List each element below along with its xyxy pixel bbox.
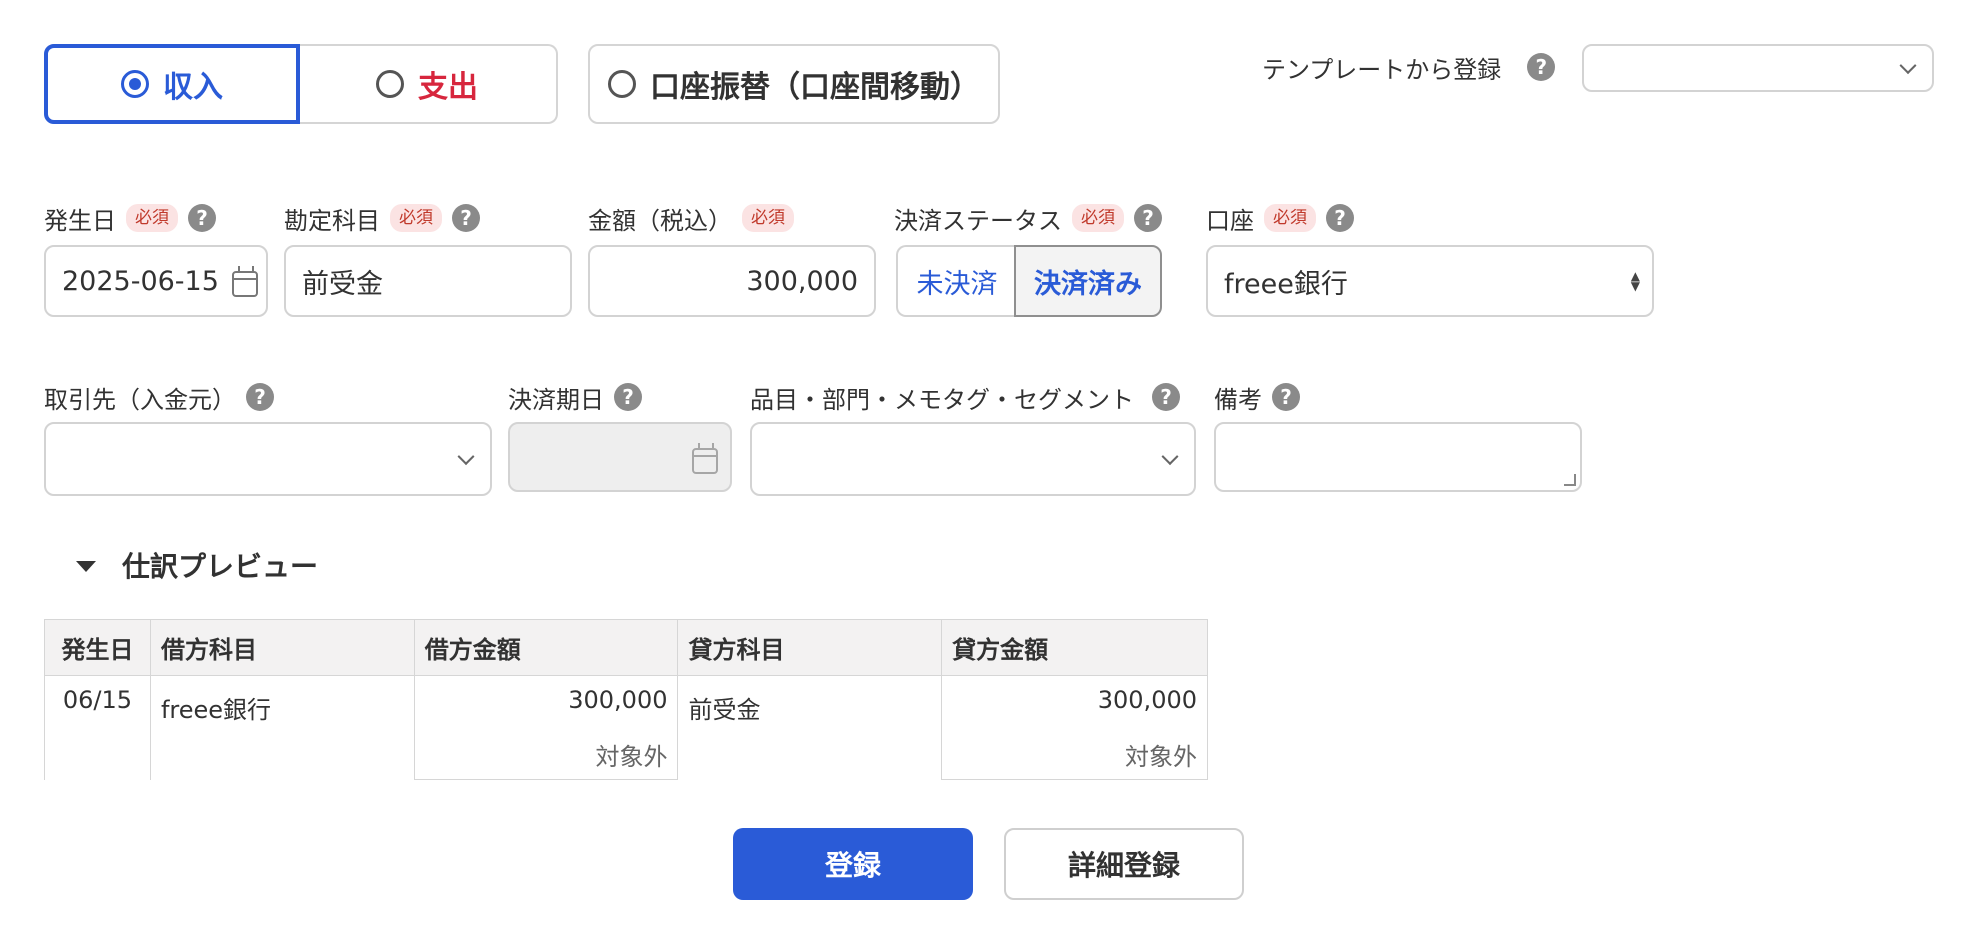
- date-input[interactable]: 2025-06-15: [44, 245, 268, 317]
- help-icon[interactable]: ?: [188, 204, 216, 232]
- status-unpaid-button[interactable]: 未決済: [896, 245, 1016, 317]
- status-paid-button[interactable]: 決済済み: [1014, 245, 1162, 317]
- journal-preview-table: 発生日 借方科目 借方金額 貸方科目 貸方金額 06/15 freee銀行 30…: [44, 619, 1208, 780]
- collapse-triangle-icon[interactable]: [76, 561, 96, 572]
- radio-selected-icon: [121, 70, 149, 98]
- required-badge: 必須: [126, 204, 178, 232]
- tab-expense-label: 支出: [418, 70, 478, 105]
- amount-input[interactable]: 300,000: [588, 245, 876, 317]
- template-select[interactable]: [1582, 44, 1934, 92]
- cell-credit-item: 前受金: [677, 675, 943, 780]
- register-button[interactable]: 登録: [733, 828, 973, 900]
- due-date-label: 決済期日 ?: [508, 380, 642, 414]
- help-icon[interactable]: ?: [246, 383, 274, 411]
- due-date-input: [508, 422, 732, 492]
- account-item-label: 勘定科目 必須 ?: [284, 201, 480, 235]
- tags-label: 品目・部門・メモタグ・セグメント ?: [750, 380, 1180, 414]
- cell-debit-item: freee銀行: [149, 675, 415, 780]
- radio-icon: [608, 70, 636, 98]
- help-icon[interactable]: ?: [1272, 383, 1300, 411]
- help-icon[interactable]: ?: [1152, 383, 1180, 411]
- cell-credit-amount: 300,000: [941, 675, 1208, 729]
- preview-title[interactable]: 仕訳プレビュー: [122, 548, 318, 583]
- chevron-down-icon: [1161, 448, 1179, 466]
- account-item-input[interactable]: 前受金: [284, 245, 572, 317]
- tab-expense[interactable]: 支出: [298, 44, 558, 124]
- tags-select[interactable]: [750, 422, 1196, 496]
- tab-transfer[interactable]: 口座振替（口座間移動）: [588, 44, 1000, 124]
- template-label: テンプレートから登録 ?: [1262, 50, 1556, 84]
- header-debit-item: 借方科目: [149, 619, 415, 676]
- calendar-icon: [692, 443, 718, 474]
- cell-debit-tax: 対象外: [413, 728, 679, 780]
- table-row: 06/15 freee銀行 300,000 前受金 300,000: [44, 675, 1208, 780]
- tab-transfer-label: 口座振替（口座間移動）: [650, 70, 980, 105]
- cell-date: 06/15: [44, 675, 151, 780]
- wallet-label: 口座 必須 ?: [1206, 201, 1354, 235]
- status-label: 決済ステータス 必須 ?: [894, 201, 1162, 235]
- help-icon[interactable]: ?: [1527, 53, 1556, 81]
- memo-label: 備考 ?: [1214, 380, 1300, 414]
- chevron-down-icon: [457, 448, 475, 466]
- required-badge: 必須: [742, 204, 794, 232]
- required-badge: 必須: [390, 204, 442, 232]
- calendar-icon[interactable]: [232, 266, 258, 297]
- resize-handle-icon[interactable]: [1564, 474, 1576, 486]
- partner-select[interactable]: [44, 422, 492, 496]
- help-icon[interactable]: ?: [452, 204, 480, 232]
- table-header-row: 発生日 借方科目 借方金額 貸方科目 貸方金額: [44, 619, 1208, 676]
- header-credit-item: 貸方科目: [677, 619, 943, 676]
- partner-label: 取引先（入金元） ?: [44, 380, 274, 414]
- select-arrows-icon: ▲ ▼: [1630, 269, 1640, 293]
- radio-icon: [376, 70, 404, 98]
- required-badge: 必須: [1072, 204, 1124, 232]
- detail-register-button[interactable]: 詳細登録: [1004, 828, 1244, 900]
- tab-income-label: 収入: [163, 70, 223, 105]
- chevron-down-icon: [1899, 57, 1917, 75]
- cell-credit-tax: 対象外: [941, 728, 1208, 780]
- tab-income[interactable]: 収入: [44, 44, 300, 124]
- header-debit-amount: 借方金額: [413, 619, 679, 676]
- wallet-select[interactable]: freee銀行 ▲ ▼: [1206, 245, 1654, 317]
- cell-debit-amount: 300,000: [413, 675, 679, 729]
- memo-textarea[interactable]: [1214, 422, 1582, 492]
- help-icon[interactable]: ?: [1134, 204, 1162, 232]
- date-label: 発生日 必須 ?: [44, 201, 216, 235]
- help-icon[interactable]: ?: [614, 383, 642, 411]
- header-credit-amount: 貸方金額: [941, 619, 1208, 676]
- required-badge: 必須: [1264, 204, 1316, 232]
- amount-label: 金額（税込） 必須: [588, 201, 794, 235]
- header-date: 発生日: [44, 619, 151, 676]
- help-icon[interactable]: ?: [1326, 204, 1354, 232]
